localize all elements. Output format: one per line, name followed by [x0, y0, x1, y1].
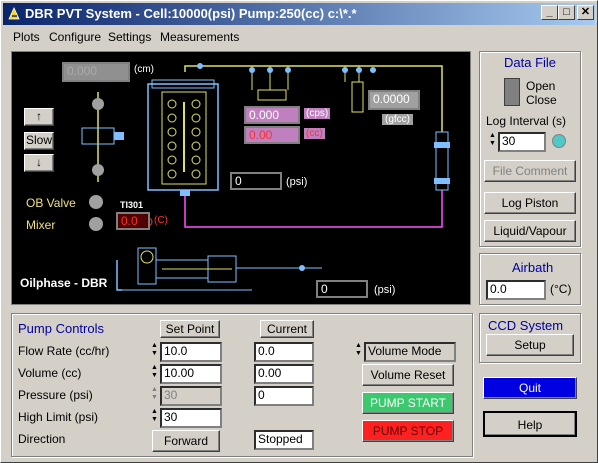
app-icon — [8, 7, 20, 20]
density-readout: 0.0000 — [368, 90, 420, 110]
volume-spinner[interactable]: ▲ ▼ — [150, 364, 159, 382]
quit-button[interactable]: Quit — [483, 377, 577, 399]
app-window: DBR PVT System - Cell:10000(psi) Pump:25… — [0, 0, 598, 463]
volume-reset-button[interactable]: Volume Reset — [362, 364, 454, 386]
flow-unit: (cps) — [304, 108, 331, 119]
menu-settings[interactable]: Settings — [108, 30, 151, 44]
process-diagram: 0.000 (cm) ↑ Slow ↓ OB Valve Mixer TI301… — [11, 51, 471, 305]
flow-readout: 0.000 — [244, 106, 300, 124]
temperature-readout: 0.0 — [116, 212, 150, 230]
ti301-tag: TI301 — [120, 200, 144, 210]
title-bar: DBR PVT System - Cell:10000(psi) Pump:25… — [3, 3, 595, 25]
airbath-panel: Airbath 0.0 (°C) — [479, 253, 581, 305]
close-label: Close — [526, 93, 557, 107]
pump-start-button[interactable]: PUMP START — [362, 392, 454, 414]
file-comment-button[interactable]: File Comment — [484, 160, 576, 182]
ob-valve-label: OB Valve — [26, 196, 76, 210]
red-volume-unit: (cc) — [304, 128, 325, 139]
pump-stop-button[interactable]: PUMP STOP — [362, 420, 454, 442]
high-limit-setpoint[interactable]: 30 — [160, 408, 222, 428]
airbath-field[interactable]: 0.0 — [486, 280, 546, 300]
pump-pressure-unit: (psi) — [374, 284, 396, 296]
direction-button[interactable]: Forward — [152, 430, 220, 452]
pump-controls-panel: Pump Controls Set Point Current Flow Rat… — [11, 313, 473, 457]
open-close-switch[interactable] — [504, 78, 520, 106]
help-button[interactable]: Help — [483, 411, 577, 437]
flow-rate-setpoint[interactable]: 10.0 — [160, 342, 222, 362]
temperature-unit: (C) — [154, 215, 168, 226]
mode-field[interactable]: Volume Mode — [364, 342, 456, 362]
setup-button[interactable]: Setup — [486, 334, 574, 356]
pressure-label: Pressure (psi) — [18, 388, 93, 402]
log-interval-spinner[interactable]: ▲ ▼ — [488, 132, 497, 150]
cell-pressure-readout: 0 — [230, 172, 282, 190]
ccd-system-panel: CCD System Setup — [479, 313, 581, 363]
pressure-spinner[interactable]: ▲ ▼ — [150, 386, 159, 404]
menu-plots[interactable]: Plots — [13, 30, 40, 44]
flow-rate-current: 0.0 — [254, 342, 314, 362]
open-label: Open — [526, 79, 556, 93]
data-file-panel: Data File Open Close Log Interval (s) ▲ ▼… — [479, 51, 581, 247]
airbath-unit: (°C) — [550, 282, 572, 296]
pump-controls-title: Pump Controls — [18, 321, 104, 336]
top-position-readout: 0.000 — [62, 62, 130, 82]
direction-label: Direction — [18, 432, 66, 446]
volume-current: 0.00 — [254, 364, 314, 384]
flow-rate-label: Flow Rate (cc/hr) — [18, 344, 110, 358]
high-limit-label: High Limit (psi) — [18, 410, 99, 424]
liquid-vapour-button[interactable]: Liquid/Vapour — [484, 220, 576, 242]
slow-button[interactable]: Slow — [24, 132, 54, 150]
maximize-button[interactable]: □ — [558, 5, 575, 20]
menu-bar: Plots Configure Settings Measurements — [3, 27, 595, 47]
mode-spinner[interactable]: ▲ ▼ — [354, 342, 363, 360]
up-arrow-button[interactable]: ↑ — [24, 108, 54, 126]
log-interval-label: Log Interval (s) — [486, 114, 567, 128]
ccd-title: CCD System — [488, 318, 564, 333]
current-header: Current — [260, 320, 314, 338]
log-indicator-light — [552, 134, 566, 148]
setpoint-header: Set Point — [160, 320, 220, 338]
pump-status: Stopped — [254, 430, 314, 450]
data-file-title: Data File — [504, 55, 557, 70]
density-unit: (gfcc) — [382, 114, 413, 125]
mixer-label: Mixer — [26, 218, 56, 232]
oilphase-label: Oilphase - DBR — [20, 276, 108, 290]
volume-label: Volume (cc) — [18, 366, 82, 380]
log-piston-button[interactable]: Log Piston — [484, 192, 576, 214]
pressure-current: 0 — [254, 386, 314, 406]
red-volume-readout: 0.00 — [244, 126, 300, 144]
top-position-unit: (cm) — [134, 64, 154, 75]
volume-setpoint[interactable]: 10.00 — [160, 364, 222, 384]
menu-measurements[interactable]: Measurements — [160, 30, 239, 44]
high-limit-spinner[interactable]: ▲ ▼ — [150, 408, 159, 426]
menu-configure[interactable]: Configure — [49, 30, 101, 44]
pressure-setpoint[interactable]: 30 — [160, 386, 222, 406]
down-arrow-button[interactable]: ↓ — [24, 154, 54, 172]
airbath-title: Airbath — [512, 260, 554, 275]
window-title: DBR PVT System - Cell:10000(psi) Pump:25… — [25, 6, 357, 21]
pump-pressure-readout: 0 — [316, 280, 368, 298]
cell-pressure-unit: (psi) — [286, 176, 308, 188]
log-interval-field[interactable]: 30 — [498, 132, 546, 152]
flow-rate-spinner[interactable]: ▲ ▼ — [150, 342, 159, 360]
minimize-button[interactable]: _ — [541, 5, 558, 20]
close-button[interactable]: ✕ — [577, 5, 594, 20]
